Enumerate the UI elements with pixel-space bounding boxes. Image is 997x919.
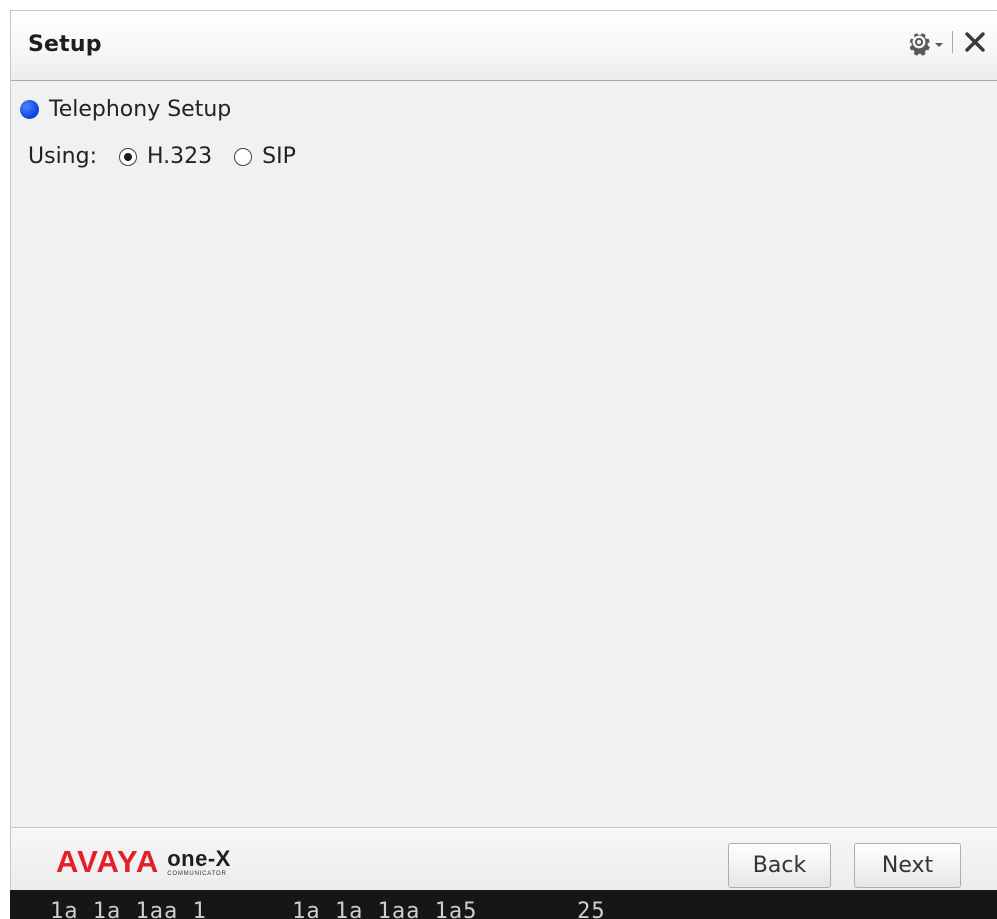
settings-button[interactable]: [905, 28, 944, 56]
window-title: Setup: [28, 32, 102, 57]
status-indicator-icon: [20, 100, 39, 119]
protocol-selector: Using: H.323 SIP: [28, 144, 318, 169]
background-terminal-text: 1a 1a 1aa 1 1a 1a 1aa 1a5 25: [50, 899, 606, 919]
gear-icon[interactable]: [905, 28, 933, 56]
radio-sip[interactable]: [234, 147, 253, 166]
background-terminal-strip: 1a 1a 1aa 1 1a 1a 1aa 1a5 25: [10, 890, 997, 919]
title-tools: [905, 25, 987, 59]
radio-h323[interactable]: [119, 147, 137, 166]
section-title: Telephony Setup: [49, 97, 232, 122]
back-button[interactable]: Back: [728, 843, 831, 888]
protocol-label: Using:: [28, 144, 97, 169]
chevron-down-icon: [935, 43, 943, 47]
avaya-onex-logo: AVAYA one-X COMMUNICATOR: [56, 846, 231, 877]
logo-brand: AVAYA: [56, 844, 160, 879]
toolbar-divider: [952, 31, 953, 53]
title-bar: Setup: [11, 11, 997, 81]
setup-content: Telephony Setup Using: H.323 SIP: [11, 81, 997, 827]
logo-product: one-X COMMUNICATOR: [167, 846, 231, 878]
radio-h323-label[interactable]: H.323: [147, 144, 212, 169]
close-icon[interactable]: [963, 30, 987, 54]
footer-bar: AVAYA one-X COMMUNICATOR Back Next: [11, 827, 997, 892]
section-header: Telephony Setup: [20, 97, 231, 122]
setup-window: Setup Telephony Setup Using: H.323 SIP A…: [10, 10, 997, 892]
logo-product-name: one-X: [167, 846, 231, 871]
radio-selected-dot: [124, 152, 132, 161]
radio-sip-label[interactable]: SIP: [262, 144, 296, 169]
logo-subtitle: COMMUNICATOR: [167, 871, 227, 877]
radio-option-h323[interactable]: H.323: [119, 144, 212, 169]
next-button[interactable]: Next: [854, 843, 961, 888]
radio-option-sip[interactable]: SIP: [234, 144, 296, 169]
